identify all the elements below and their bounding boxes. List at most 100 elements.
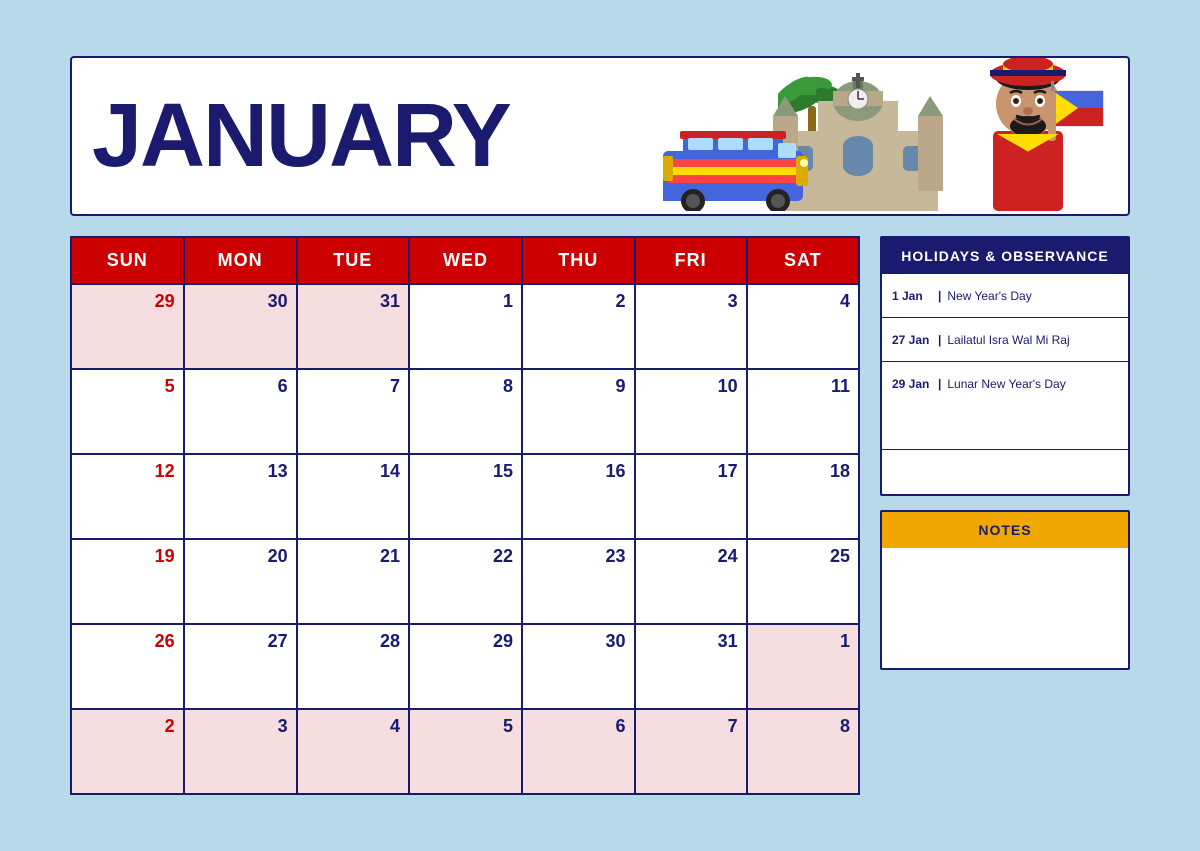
- holidays-box: HOLIDAYS & OBSERVANCE 1 Jan|New Year's D…: [880, 236, 1130, 496]
- calendar-day: 11: [747, 369, 859, 454]
- calendar-day: 3: [184, 709, 297, 794]
- holiday-date: 27 Jan: [892, 333, 932, 347]
- day-number: 14: [306, 461, 400, 482]
- calendar-day: 17: [635, 454, 747, 539]
- calendar-day: 12: [71, 454, 184, 539]
- day-number: 30: [531, 631, 626, 652]
- day-number: 21: [306, 546, 400, 567]
- calendar-table: SUN MON TUE WED THU FRI SAT 293031123456…: [70, 236, 860, 795]
- calendar-day: 29: [71, 284, 184, 369]
- day-number: 20: [193, 546, 288, 567]
- col-sun: SUN: [71, 237, 184, 284]
- calendar-body: 2930311234567891011121314151617181920212…: [71, 284, 859, 794]
- day-number: 4: [756, 291, 850, 312]
- day-number: 31: [306, 291, 400, 312]
- calendar-week-row: 5678910 11: [71, 369, 859, 454]
- day-number: 22: [418, 546, 513, 567]
- day-number: 16: [531, 461, 626, 482]
- calendar-day: 14: [297, 454, 409, 539]
- right-panel: HOLIDAYS & OBSERVANCE 1 Jan|New Year's D…: [880, 236, 1130, 670]
- calendar-wrapper: SUN MON TUE WED THU FRI SAT 293031123456…: [70, 236, 860, 795]
- day-number: 19: [80, 546, 175, 567]
- calendar-day: 23: [522, 539, 635, 624]
- holiday-item: 1 Jan|New Year's Day: [882, 274, 1128, 318]
- day-number: 5: [80, 376, 175, 397]
- holidays-header: HOLIDAYS & OBSERVANCE: [882, 238, 1128, 274]
- calendar-day: 2: [522, 284, 635, 369]
- calendar-day: 30: [184, 284, 297, 369]
- holiday-empty-1: [882, 406, 1128, 450]
- header-box: JANUARY: [70, 56, 1130, 216]
- calendar-day: 1: [747, 624, 859, 709]
- calendar-day: 7: [635, 709, 747, 794]
- calendar-day: 9: [522, 369, 635, 454]
- calendar-week-row: 12 13 14 15 16 17 18: [71, 454, 859, 539]
- day-number: 26: [80, 631, 175, 652]
- day-number: 23: [531, 546, 626, 567]
- calendar-day: 26: [71, 624, 184, 709]
- col-fri: FRI: [635, 237, 747, 284]
- day-number: 3: [644, 291, 738, 312]
- day-number: 6: [531, 716, 626, 737]
- calendar-day: 19: [71, 539, 184, 624]
- calendar-week-row: 2627282930311: [71, 624, 859, 709]
- day-number: 18: [756, 461, 850, 482]
- jeepney-icon: [658, 121, 818, 211]
- day-number: 2: [80, 716, 175, 737]
- day-number: 31: [644, 631, 738, 652]
- day-number: 7: [306, 376, 400, 397]
- calendar-day: 6: [184, 369, 297, 454]
- day-number: 4: [306, 716, 400, 737]
- calendar-day: 15: [409, 454, 522, 539]
- day-number: 2: [531, 291, 626, 312]
- calendar-day: 27: [184, 624, 297, 709]
- calendar-day: 2: [71, 709, 184, 794]
- day-number: 15: [418, 461, 513, 482]
- calendar-day: 18: [747, 454, 859, 539]
- day-number: 1: [756, 631, 850, 652]
- holiday-list: 1 Jan|New Year's Day 27 Jan | Lailatul Isra…: [882, 274, 1128, 406]
- calendar-day: 8: [747, 709, 859, 794]
- calendar-day: 5: [71, 369, 184, 454]
- day-number: 6: [193, 376, 288, 397]
- calendar-day: 3: [635, 284, 747, 369]
- day-number: 29: [80, 291, 175, 312]
- calendar-day: 31: [297, 284, 409, 369]
- main-content: SUN MON TUE WED THU FRI SAT 293031123456…: [70, 236, 1130, 795]
- calendar-header-row: SUN MON TUE WED THU FRI SAT: [71, 237, 859, 284]
- calendar-day: 21: [297, 539, 409, 624]
- col-thu: THU: [522, 237, 635, 284]
- calendar-week-row: 2345678: [71, 709, 859, 794]
- holiday-name: Lailatul Isra Wal Mi Raj: [947, 333, 1069, 347]
- day-number: 7: [644, 716, 738, 737]
- holiday-name: New Year's Day: [947, 289, 1031, 303]
- calendar-day: 10: [635, 369, 747, 454]
- notes-box: NOTES: [880, 510, 1130, 670]
- header-illustration: [658, 61, 1108, 211]
- calendar-day: 30: [522, 624, 635, 709]
- calendar-day: 4: [747, 284, 859, 369]
- calendar-day: 1: [409, 284, 522, 369]
- day-number: 11: [756, 376, 850, 397]
- calendar-day: 7: [297, 369, 409, 454]
- day-number: 8: [756, 716, 850, 737]
- day-number: 13: [193, 461, 288, 482]
- calendar-week-row: 19 20 21 22 23 24 25: [71, 539, 859, 624]
- calendar-day: 8: [409, 369, 522, 454]
- calendar-day: 25: [747, 539, 859, 624]
- notes-body: [882, 548, 1128, 668]
- day-number: 27: [193, 631, 288, 652]
- holiday-item: 29 Jan|Lunar New Year's Day: [882, 362, 1128, 406]
- calendar-day: 31: [635, 624, 747, 709]
- day-number: 12: [80, 461, 175, 482]
- day-number: 24: [644, 546, 738, 567]
- col-mon: MON: [184, 237, 297, 284]
- day-number: 3: [193, 716, 288, 737]
- holiday-separator: |: [938, 333, 941, 347]
- day-number: 1: [418, 291, 513, 312]
- day-number: 17: [644, 461, 738, 482]
- calendar-day: 24: [635, 539, 747, 624]
- calendar-day: 16: [522, 454, 635, 539]
- day-number: 25: [756, 546, 850, 567]
- month-title: JANUARY: [92, 91, 510, 181]
